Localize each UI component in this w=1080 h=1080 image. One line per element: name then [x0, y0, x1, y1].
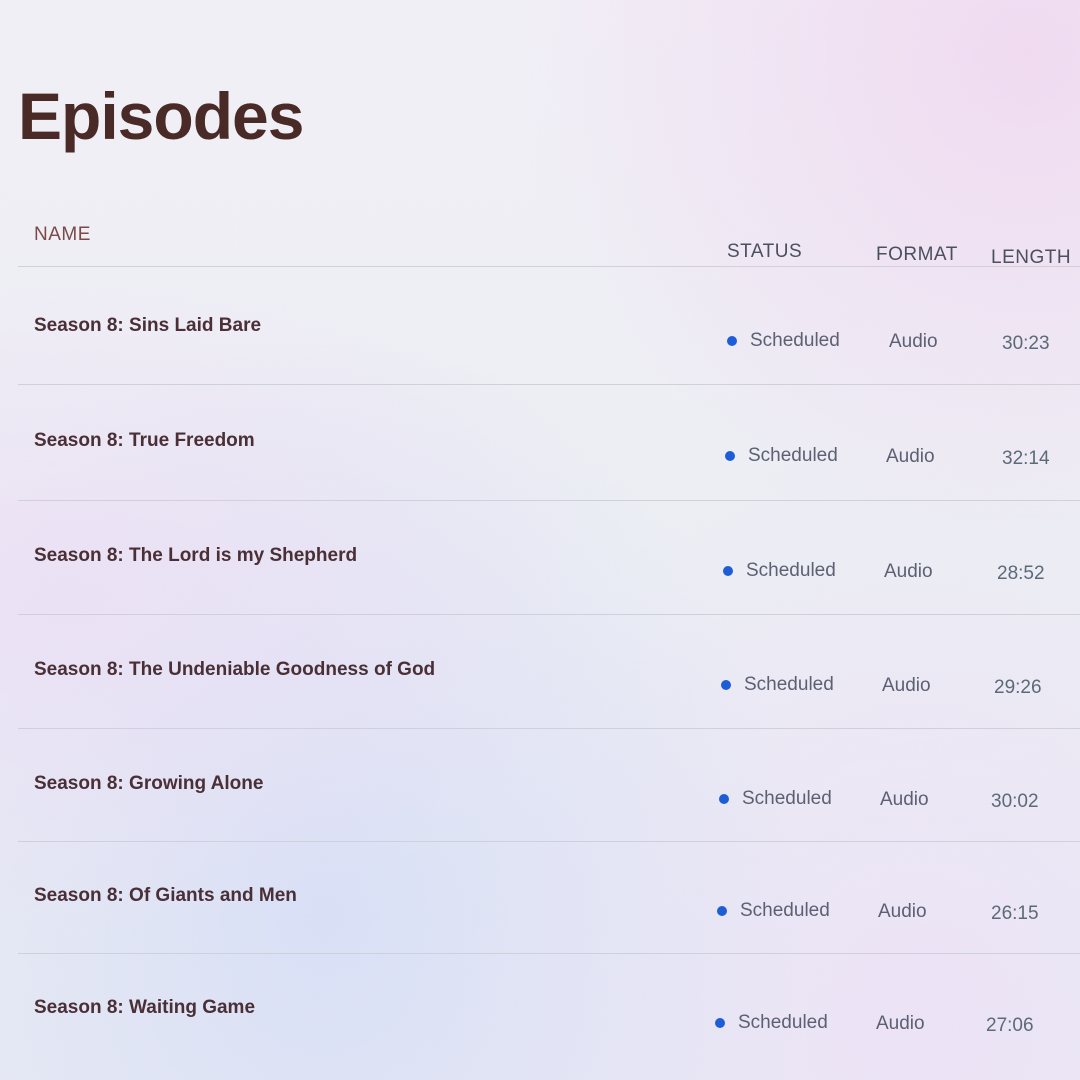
- status-cell: Scheduled: [719, 788, 832, 810]
- status-label: Scheduled: [750, 330, 840, 351]
- table-row[interactable]: Season 8: True Freedom Scheduled Audio 3…: [0, 408, 1080, 521]
- status-label: Scheduled: [748, 445, 838, 466]
- row-divider: [18, 384, 1080, 385]
- format-label: Audio: [889, 331, 938, 352]
- episode-name[interactable]: Season 8: The Lord is my Shepherd: [34, 545, 357, 567]
- status-label: Scheduled: [744, 674, 834, 695]
- format-label: Audio: [882, 675, 931, 696]
- status-dot-icon: [727, 336, 737, 346]
- row-divider: [18, 841, 1080, 842]
- header-divider: [18, 266, 1080, 267]
- status-label: Scheduled: [742, 788, 832, 809]
- page-title: Episodes: [18, 79, 304, 153]
- episode-name[interactable]: Season 8: True Freedom: [34, 430, 255, 452]
- status-label: Scheduled: [740, 900, 830, 921]
- episode-name[interactable]: Season 8: Sins Laid Bare: [34, 315, 261, 337]
- episode-name[interactable]: Season 8: Growing Alone: [34, 773, 263, 795]
- episodes-page: Episodes NAME STATUS FORMAT LENGTH Seaso…: [0, 0, 1080, 1080]
- table-row[interactable]: Season 8: The Lord is my Shepherd Schedu…: [0, 523, 1080, 636]
- status-cell: Scheduled: [727, 330, 840, 352]
- status-dot-icon: [715, 1018, 725, 1028]
- table-row[interactable]: Season 8: Growing Alone Scheduled Audio …: [0, 751, 1080, 864]
- row-divider: [18, 728, 1080, 729]
- length-label: 26:15: [991, 903, 1039, 924]
- column-header-status[interactable]: STATUS: [727, 241, 802, 263]
- status-cell: Scheduled: [721, 674, 834, 696]
- length-label: 28:52: [997, 563, 1045, 584]
- status-label: Scheduled: [746, 560, 836, 581]
- length-label: 30:02: [991, 791, 1039, 812]
- episode-name[interactable]: Season 8: The Undeniable Goodness of God: [34, 659, 435, 681]
- row-divider: [18, 500, 1080, 501]
- status-dot-icon: [717, 906, 727, 916]
- row-divider: [18, 953, 1080, 954]
- length-label: 30:23: [1002, 333, 1050, 354]
- length-label: 29:26: [994, 677, 1042, 698]
- table-row[interactable]: Season 8: Sins Laid Bare Scheduled Audio…: [0, 293, 1080, 406]
- episode-name[interactable]: Season 8: Of Giants and Men: [34, 885, 297, 907]
- status-dot-icon: [719, 794, 729, 804]
- status-cell: Scheduled: [715, 1012, 828, 1034]
- status-dot-icon: [723, 566, 733, 576]
- status-dot-icon: [721, 680, 731, 690]
- status-cell: Scheduled: [723, 560, 836, 582]
- status-cell: Scheduled: [717, 900, 830, 922]
- column-header-format[interactable]: FORMAT: [876, 244, 958, 266]
- format-label: Audio: [880, 789, 929, 810]
- status-label: Scheduled: [738, 1012, 828, 1033]
- length-label: 27:06: [986, 1015, 1034, 1036]
- row-divider: [18, 614, 1080, 615]
- format-label: Audio: [884, 561, 933, 582]
- format-label: Audio: [876, 1013, 925, 1034]
- table-header: NAME STATUS FORMAT LENGTH: [0, 220, 1080, 280]
- table-row[interactable]: Season 8: The Undeniable Goodness of God…: [0, 637, 1080, 750]
- episode-name[interactable]: Season 8: Waiting Game: [34, 997, 255, 1019]
- column-header-name[interactable]: NAME: [34, 224, 91, 246]
- format-label: Audio: [878, 901, 927, 922]
- format-label: Audio: [886, 446, 935, 467]
- status-dot-icon: [725, 451, 735, 461]
- table-row[interactable]: Season 8: Waiting Game Scheduled Audio 2…: [0, 975, 1080, 1080]
- table-row[interactable]: Season 8: Of Giants and Men Scheduled Au…: [0, 863, 1080, 976]
- status-cell: Scheduled: [725, 445, 838, 467]
- length-label: 32:14: [1002, 448, 1050, 469]
